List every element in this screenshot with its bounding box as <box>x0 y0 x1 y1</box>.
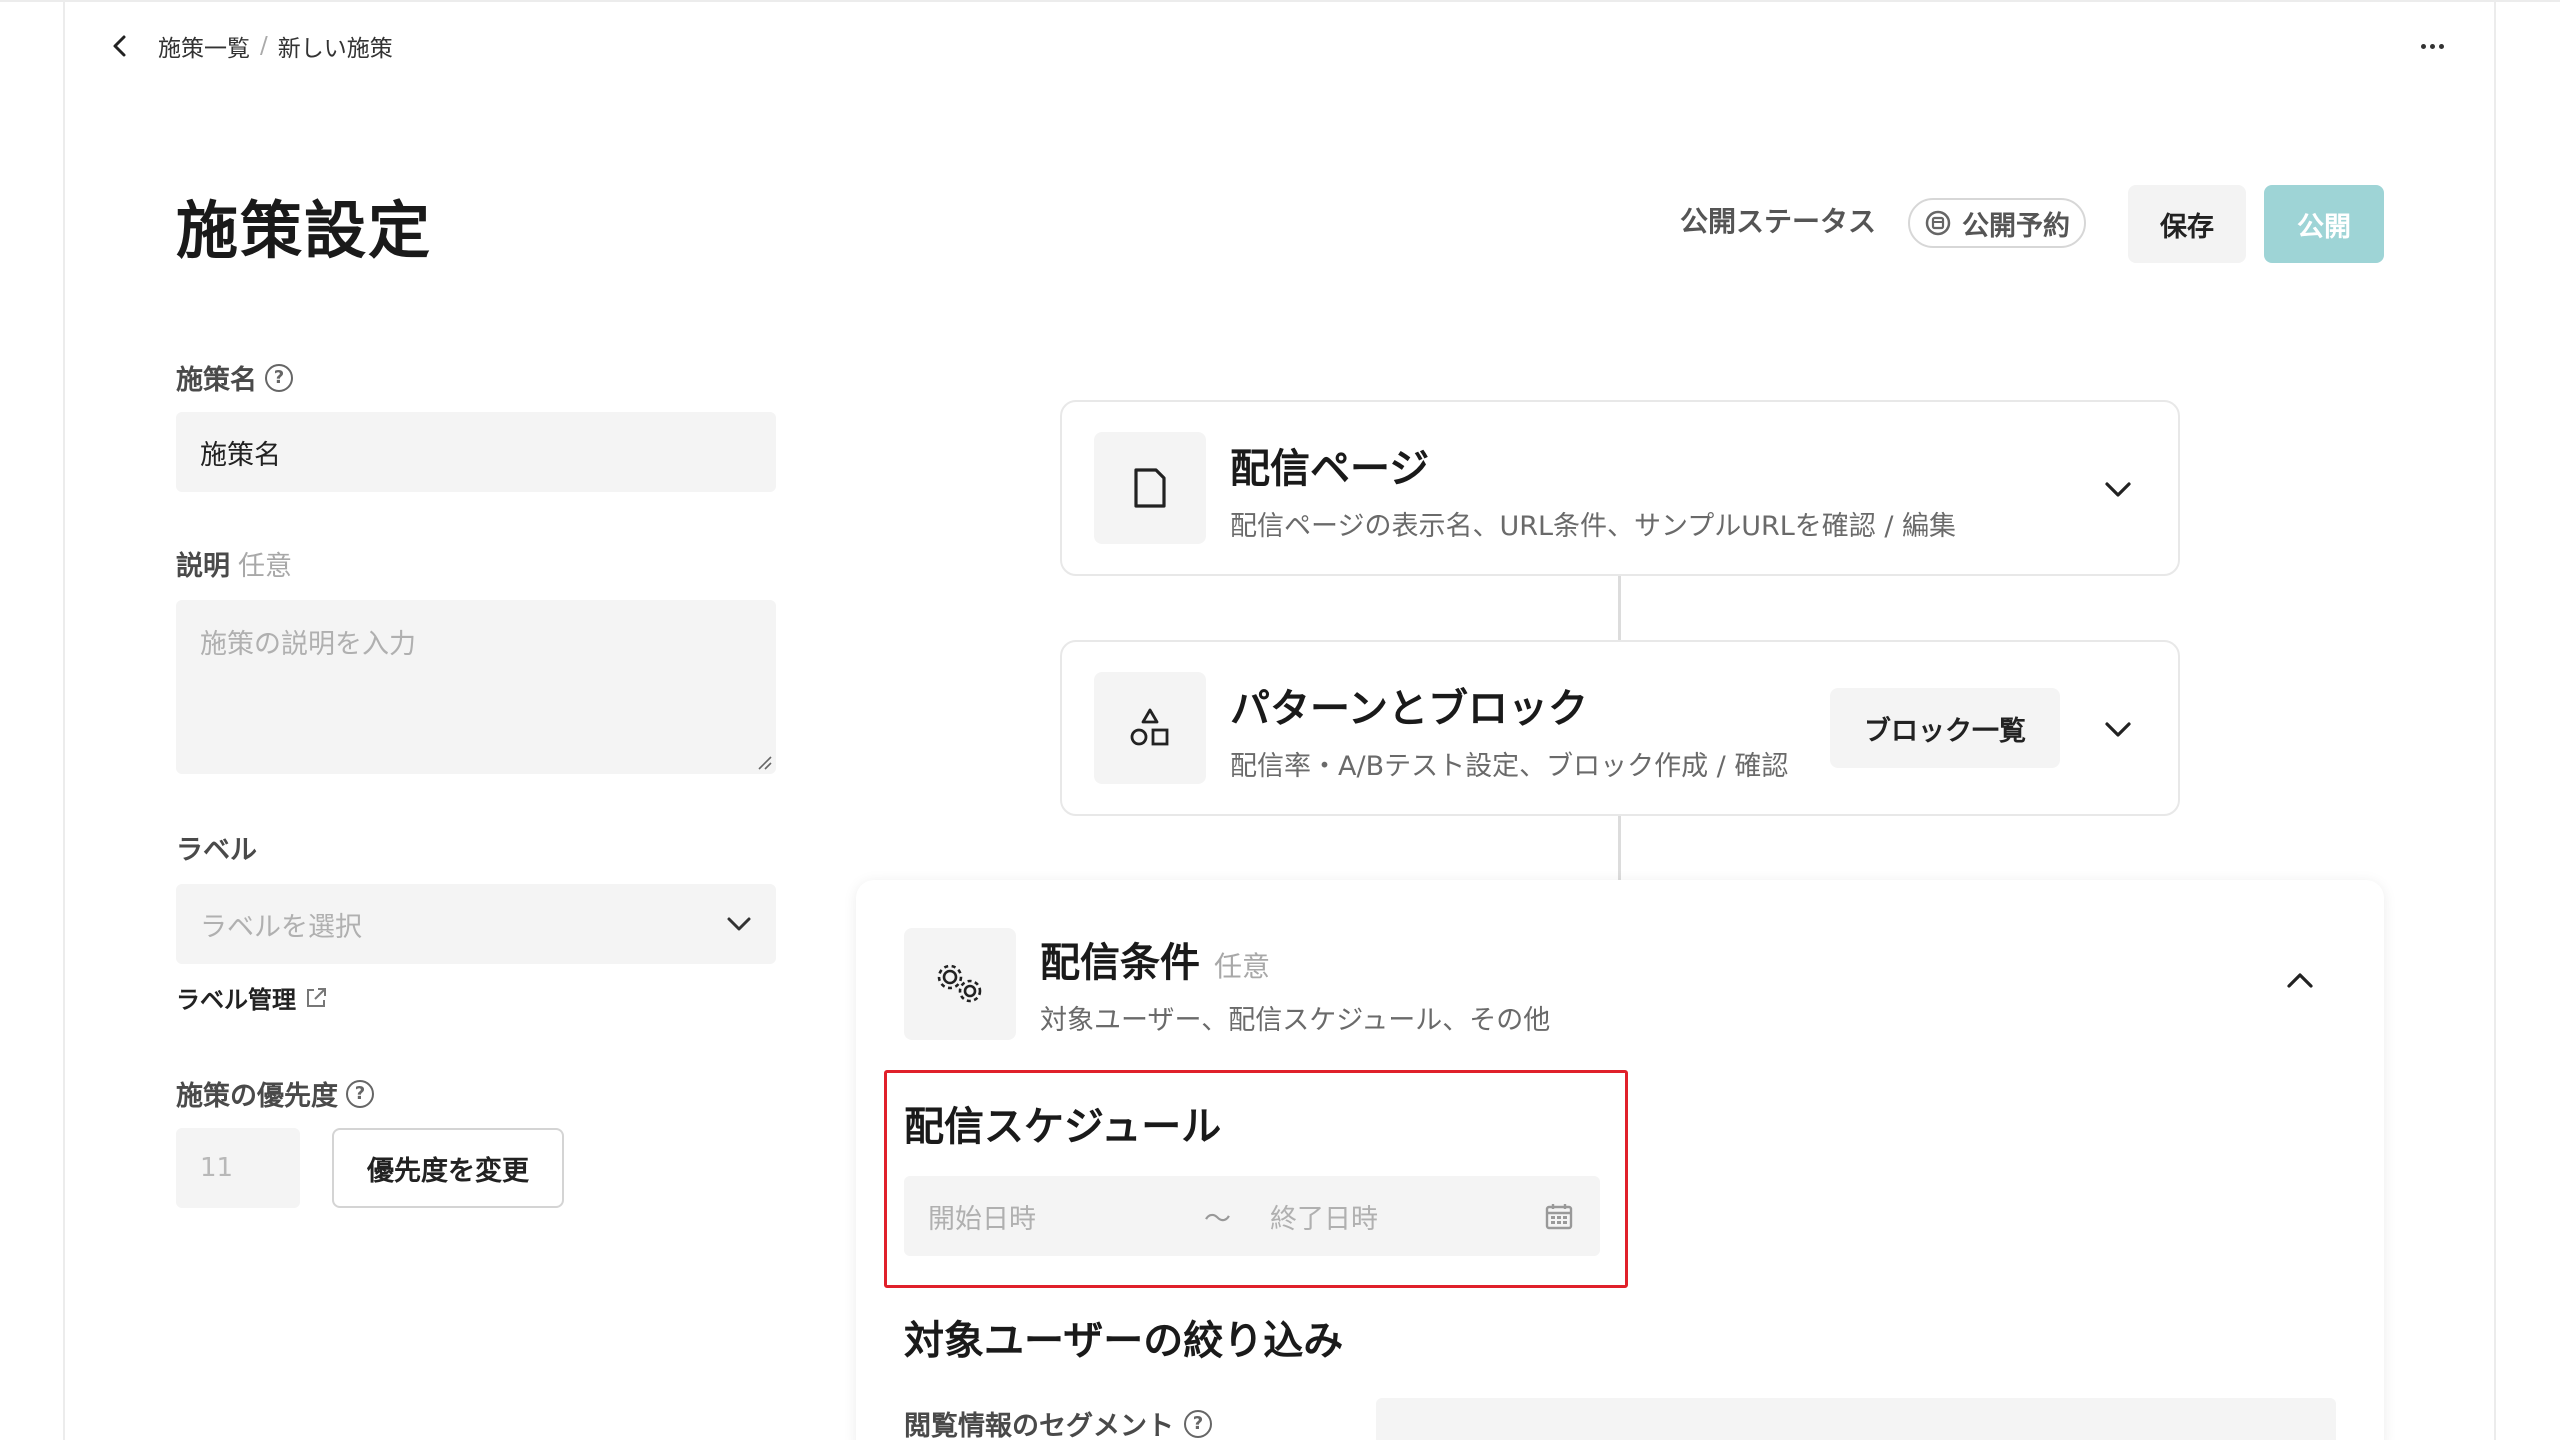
collapse-button[interactable] <box>2280 960 2320 1000</box>
frame-border-right <box>2494 0 2496 1440</box>
priority-field-label: 施策の優先度 ? <box>176 1074 374 1113</box>
card-description: 配信ページの表示名、URL条件、サンプルURLを確認 / 編集 <box>1230 511 1957 542</box>
calendar-icon[interactable] <box>1544 1201 1574 1231</box>
description-field-label: 説明 任意 <box>176 551 292 582</box>
back-button[interactable] <box>104 30 136 62</box>
target-user-section-title: 対象ユーザーの絞り込み <box>904 1318 1344 1364</box>
expand-button[interactable] <box>2098 470 2138 510</box>
end-datetime-input[interactable]: 終了日時 <box>1270 1176 1378 1256</box>
card-icon-box <box>904 928 1016 1040</box>
card-description: 対象ユーザー、配信スケジュール、その他 <box>1040 1005 1551 1036</box>
date-range-separator: 〜 <box>1204 1203 1231 1235</box>
label-field-label: ラベル <box>176 835 257 866</box>
document-icon <box>1134 468 1166 508</box>
publish-status-badge: 公開予約 <box>1908 198 2086 248</box>
help-icon[interactable]: ? <box>265 363 293 392</box>
flow-connector <box>1618 576 1621 642</box>
frame-border-top <box>0 0 2560 2</box>
resize-handle-icon[interactable] <box>756 754 772 770</box>
optional-tag: 任意 <box>1214 950 1271 983</box>
label-select[interactable]: ラベルを選択 <box>176 884 776 964</box>
change-priority-button[interactable]: 優先度を変更 <box>332 1128 564 1208</box>
label-select-placeholder: ラベルを選択 <box>200 911 362 943</box>
chevron-left-icon <box>113 35 126 57</box>
card-icon-box <box>1094 432 1206 544</box>
frame-border-left <box>63 0 65 1440</box>
save-button[interactable]: 保存 <box>2128 185 2246 263</box>
publish-status-value: 公開予約 <box>1962 210 2070 242</box>
flow-connector <box>1618 816 1621 882</box>
label-manage-link[interactable]: ラベル管理 <box>176 980 328 1015</box>
description-placeholder: 施策の説明を入力 <box>200 629 416 660</box>
breadcrumb-separator: / <box>260 33 268 59</box>
chevron-down-icon <box>2105 482 2131 497</box>
card-title: 配信条件 任意 <box>1040 940 1271 986</box>
chevron-down-icon <box>727 917 751 931</box>
page-title: 施策設定 <box>176 194 433 267</box>
breadcrumb-parent-link[interactable]: 施策一覧 <box>158 29 250 63</box>
expand-button[interactable] <box>2098 710 2138 750</box>
more-horizontal-icon <box>2420 43 2426 49</box>
breadcrumb: 施策一覧 / 新しい施策 <box>158 30 393 62</box>
more-options-button[interactable] <box>2410 30 2454 62</box>
help-icon[interactable]: ? <box>1184 1409 1212 1438</box>
card-icon-box <box>1094 672 1206 784</box>
card-title: 配信ページ <box>1230 446 1430 492</box>
name-input[interactable]: 施策名 <box>176 412 776 492</box>
priority-input: 11 <box>176 1128 300 1208</box>
card-description: 配信率・A/Bテスト設定、ブロック作成 / 確認 <box>1230 751 1789 782</box>
name-field-label: 施策名 ? <box>176 358 293 397</box>
external-link-icon <box>307 987 326 1007</box>
block-list-button[interactable]: ブロック一覧 <box>1830 688 2060 768</box>
chevron-down-icon <box>2105 722 2131 737</box>
gears-icon <box>937 964 982 1003</box>
shapes-icon <box>1130 708 1169 746</box>
segment-select[interactable] <box>1376 1398 2336 1440</box>
delivery-page-card[interactable]: 配信ページ 配信ページの表示名、URL条件、サンプルURLを確認 / 編集 <box>1060 400 2180 576</box>
scheduled-icon <box>1925 210 1951 236</box>
chevron-up-icon <box>2287 973 2313 988</box>
breadcrumb-current: 新しい施策 <box>277 36 393 62</box>
schedule-section-title: 配信スケジュール <box>904 1104 1222 1150</box>
publish-status-label: 公開ステータス <box>1680 205 1877 238</box>
pattern-block-card[interactable]: パターンとブロック 配信率・A/Bテスト設定、ブロック作成 / 確認 ブロック一… <box>1060 640 2180 816</box>
card-title: パターンとブロック <box>1230 686 1588 732</box>
schedule-date-range: 開始日時 〜 終了日時 <box>904 1176 1600 1256</box>
help-icon[interactable]: ? <box>346 1079 374 1108</box>
segment-field-label: 閲覧情報のセグメント ? <box>904 1404 1212 1440</box>
start-datetime-input[interactable]: 開始日時 <box>928 1176 1036 1256</box>
description-textarea[interactable]: 施策の説明を入力 <box>176 600 776 774</box>
publish-button[interactable]: 公開 <box>2264 185 2384 263</box>
